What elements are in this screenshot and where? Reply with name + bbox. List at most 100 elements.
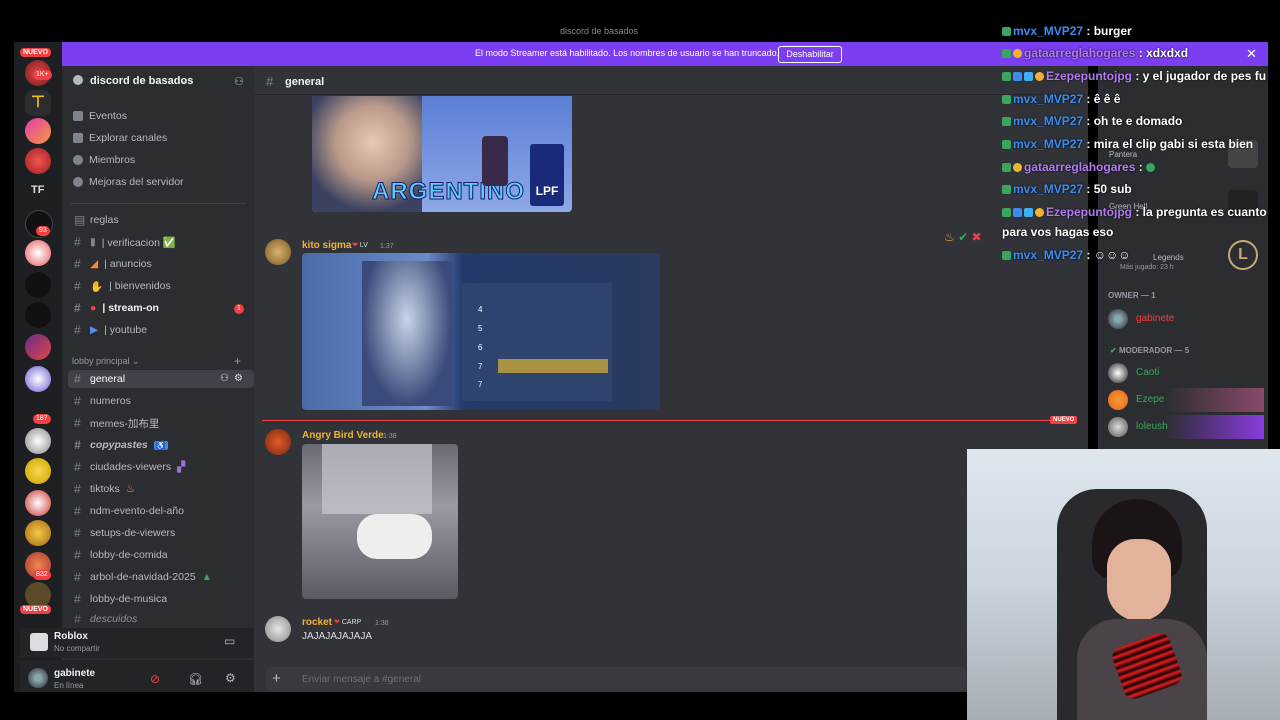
character-figure bbox=[482, 136, 508, 186]
overlay-chat-line: mvx_MVP27 : ê ê ê bbox=[1002, 92, 1120, 106]
close-icon[interactable]: ✕ bbox=[1246, 46, 1257, 62]
channel-ciudades-viewers[interactable]: # ciudades-viewers ▞ bbox=[74, 458, 250, 476]
channel-anuncios[interactable]: # ◢ | anuncios bbox=[74, 255, 250, 273]
channel-setups-de-viewers[interactable]: # setups-de-viewers bbox=[74, 524, 250, 542]
server-icon[interactable] bbox=[25, 240, 51, 266]
member-owner[interactable]: gabinete bbox=[1136, 313, 1174, 324]
user-tag: ❤ CARP bbox=[334, 619, 362, 626]
server-icon[interactable] bbox=[25, 490, 51, 516]
channel-descuidos[interactable]: # descuidos bbox=[74, 612, 250, 626]
server-icon[interactable] bbox=[25, 302, 51, 328]
badge-icon bbox=[1002, 95, 1011, 105]
gear-icon[interactable]: ⚙ bbox=[225, 671, 236, 685]
menu-browse-channels[interactable]: Explorar canales bbox=[73, 132, 167, 144]
channel-ndm-evento[interactable]: # ndm-evento-del-año bbox=[74, 502, 250, 520]
avatar[interactable] bbox=[1108, 363, 1128, 383]
tree-icon: ▲ bbox=[201, 571, 213, 583]
channel-memes[interactable]: # memes-加布里 bbox=[74, 414, 250, 432]
stream-on-badge: 1 bbox=[234, 304, 244, 314]
server-icon[interactable] bbox=[25, 458, 51, 484]
server-tf-label[interactable]: TF bbox=[31, 184, 44, 196]
server-badge: 832 bbox=[33, 570, 51, 580]
gear-icon[interactable]: ⚙ bbox=[234, 373, 243, 384]
server-icon[interactable] bbox=[25, 520, 51, 546]
channel-tiktoks[interactable]: # tiktoks ♨ bbox=[74, 480, 250, 498]
server-icon[interactable] bbox=[25, 428, 51, 454]
menu-server-boost[interactable]: Mejoras del servidor bbox=[73, 176, 184, 188]
menu-members[interactable]: Miembros bbox=[73, 154, 135, 166]
timestamp: 1:38 bbox=[375, 620, 389, 627]
server-icon[interactable] bbox=[25, 148, 51, 174]
ghost-emote-icon: ☺☺☺ bbox=[1093, 248, 1131, 262]
server-icon[interactable] bbox=[25, 272, 51, 298]
member-mod[interactable]: Caoti bbox=[1136, 367, 1159, 378]
avatar[interactable] bbox=[265, 616, 291, 642]
hash-icon: # bbox=[74, 612, 81, 626]
badge-icon bbox=[1002, 117, 1011, 127]
message-author[interactable]: kito sigma bbox=[302, 240, 351, 251]
rules-icon: ▤ bbox=[74, 213, 86, 227]
game-screenshot-image[interactable]: 4 5 6 7 7 bbox=[302, 253, 660, 410]
server-icon[interactable] bbox=[25, 334, 51, 360]
add-member-icon[interactable]: ⚇ bbox=[234, 75, 244, 88]
headphones-icon[interactable]: 🎧︎ bbox=[188, 672, 203, 686]
badge-icon bbox=[1002, 185, 1011, 195]
attached-image[interactable] bbox=[302, 444, 458, 599]
member-mod[interactable]: Ezepe bbox=[1136, 394, 1164, 405]
message-author[interactable]: rocket bbox=[302, 617, 332, 628]
avatar[interactable] bbox=[1108, 390, 1128, 410]
channel-stream-on[interactable]: # ● | stream-on bbox=[74, 299, 250, 317]
hash-icon: # bbox=[74, 416, 81, 430]
disable-streamer-button[interactable]: Deshabilitar bbox=[778, 46, 842, 63]
avatar[interactable] bbox=[1108, 417, 1128, 437]
avatar[interactable] bbox=[265, 429, 291, 455]
channel-bienvenidos[interactable]: # ✋ | bienvenidos bbox=[74, 277, 250, 295]
channel-lobby-de-musica[interactable]: # lobby-de-musica bbox=[74, 590, 250, 608]
server-name[interactable]: discord de basados bbox=[90, 75, 193, 87]
server-icon[interactable] bbox=[25, 118, 51, 144]
avatar[interactable] bbox=[265, 239, 291, 265]
channel-verificacion[interactable]: # ▮ | verificacion ✅ bbox=[74, 233, 250, 251]
argentino-image[interactable]: ARGENTINO LPF bbox=[312, 96, 572, 212]
screen-share-icon[interactable]: ▭ bbox=[224, 634, 235, 648]
add-channel-icon[interactable]: + bbox=[234, 354, 241, 368]
username[interactable]: gabinete bbox=[54, 668, 95, 679]
overlay-chat-line: Ezepepuntojpg : y el jugador de pes fu bbox=[1002, 69, 1266, 83]
message-author[interactable]: Angry Bird Verde bbox=[302, 430, 384, 441]
add-attachment-icon[interactable]: + bbox=[272, 670, 281, 687]
server-icon[interactable]: ⊤ bbox=[25, 90, 51, 116]
wave-icon: ✋ bbox=[90, 280, 104, 293]
channel-arbol-de-navidad[interactable]: # arbol-de-navidad-2025 ▲ bbox=[74, 568, 250, 586]
mic-muted-icon[interactable]: ⊘ bbox=[150, 672, 160, 686]
hash-icon: # bbox=[74, 592, 81, 606]
channel-copypastes[interactable]: # copypastes ♿ bbox=[74, 436, 250, 454]
category-lobby-principal[interactable]: lobby principal ⌄ bbox=[72, 356, 140, 367]
overlay-chat-line: mvx_MVP27 : 50 sub bbox=[1002, 182, 1132, 196]
channel-lobby-de-comida[interactable]: # lobby-de-comida bbox=[74, 546, 250, 564]
invite-icon[interactable]: ⚇ bbox=[220, 373, 229, 384]
hash-icon: # bbox=[74, 504, 81, 518]
rank-number: 6 bbox=[478, 343, 483, 352]
reaction-toolbar[interactable]: ♨ ✔ ✖ bbox=[944, 230, 982, 244]
image-content bbox=[357, 514, 432, 559]
city-icon: ▞ bbox=[177, 461, 186, 473]
chevron-down-icon[interactable]: ⌄ bbox=[180, 75, 188, 86]
check-icon: ✔ bbox=[958, 230, 969, 244]
activity-label: Más jugado: 23 h bbox=[1120, 264, 1174, 271]
member-mod[interactable]: loleush bbox=[1136, 421, 1168, 432]
channel-rules[interactable]: ▤ reglas bbox=[74, 211, 250, 229]
message-input[interactable]: Enviar mensaje a #general bbox=[302, 674, 421, 685]
hash-icon: # bbox=[74, 438, 81, 452]
channel-youtube[interactable]: # ▶ | youtube bbox=[74, 321, 250, 339]
character-figure bbox=[362, 261, 452, 406]
lpf-logo: LPF bbox=[530, 144, 564, 206]
avatar[interactable] bbox=[1108, 309, 1128, 329]
hash-icon: # bbox=[74, 482, 81, 496]
highlighted-row bbox=[498, 359, 608, 373]
channel-numeros[interactable]: # numeros bbox=[74, 392, 250, 410]
emoji-icon bbox=[1013, 163, 1022, 173]
rank-number: 7 bbox=[478, 380, 483, 389]
server-icon[interactable] bbox=[25, 366, 51, 392]
menu-events[interactable]: Eventos bbox=[73, 110, 127, 122]
avatar[interactable] bbox=[28, 668, 48, 688]
